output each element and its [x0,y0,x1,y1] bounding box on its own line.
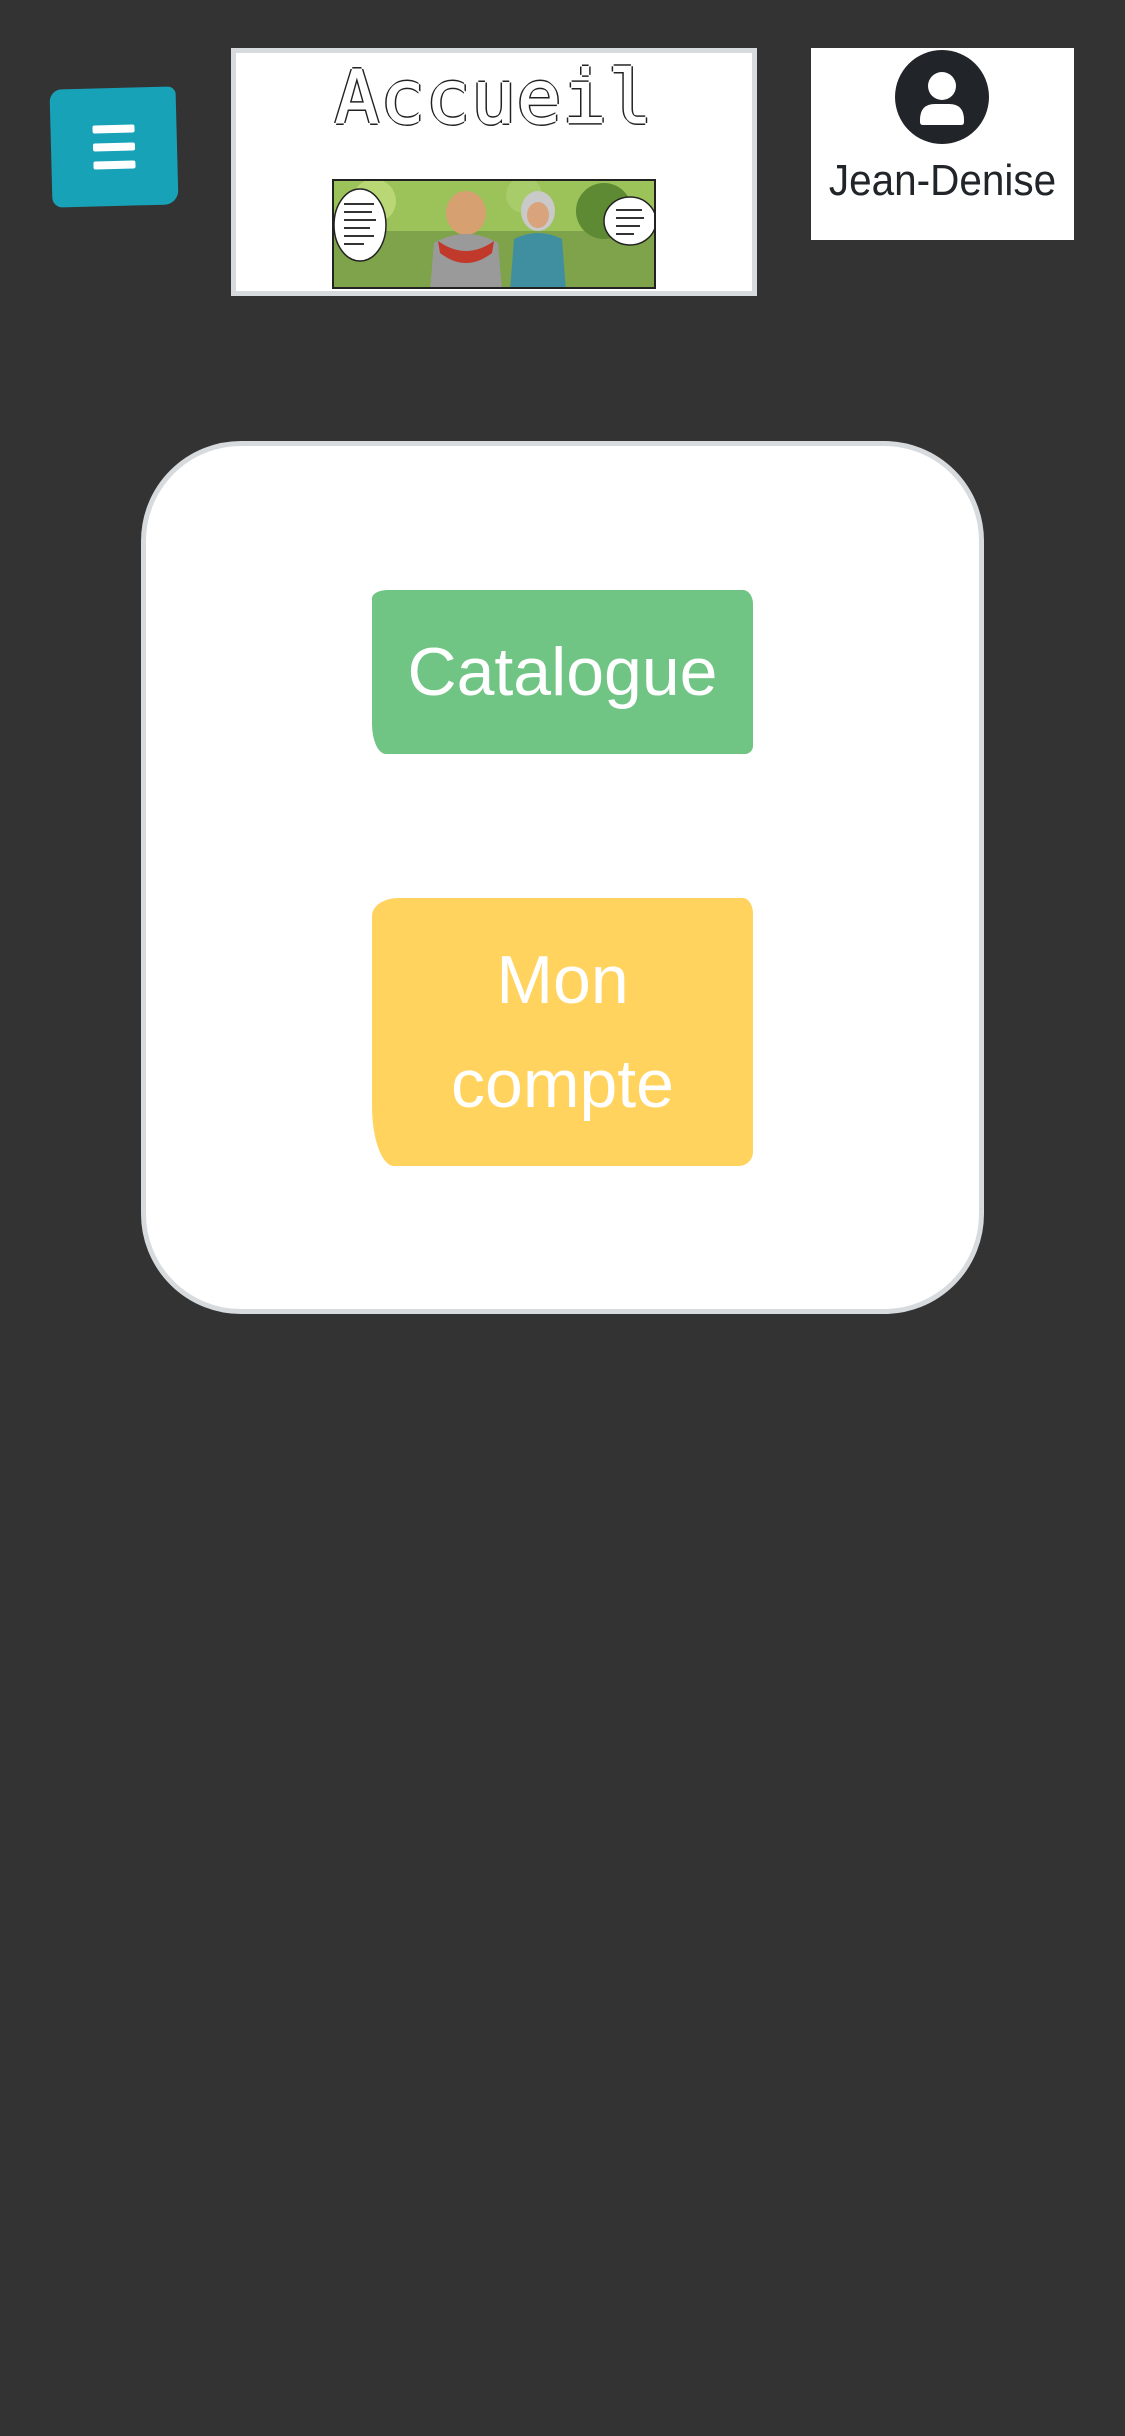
user-name: Jean-Denise [828,156,1057,205]
menu-button[interactable] [49,86,179,208]
hamburger-menu-icon [92,124,136,170]
my-account-label-line2: compte [451,1046,674,1122]
my-account-button[interactable]: Mon compte [372,898,753,1166]
user-profile-button[interactable]: Jean-Denise [811,48,1074,240]
page-title: Accueil [334,55,654,142]
catalogue-button-label: Catalogue [407,634,718,710]
main-card [141,441,984,1314]
page-header-banner: Accueil [231,48,757,296]
my-account-label-line1: Mon [496,942,629,1018]
catalogue-button[interactable]: Catalogue [372,590,753,754]
user-avatar-icon [895,50,989,144]
comic-banner-image [332,179,656,289]
